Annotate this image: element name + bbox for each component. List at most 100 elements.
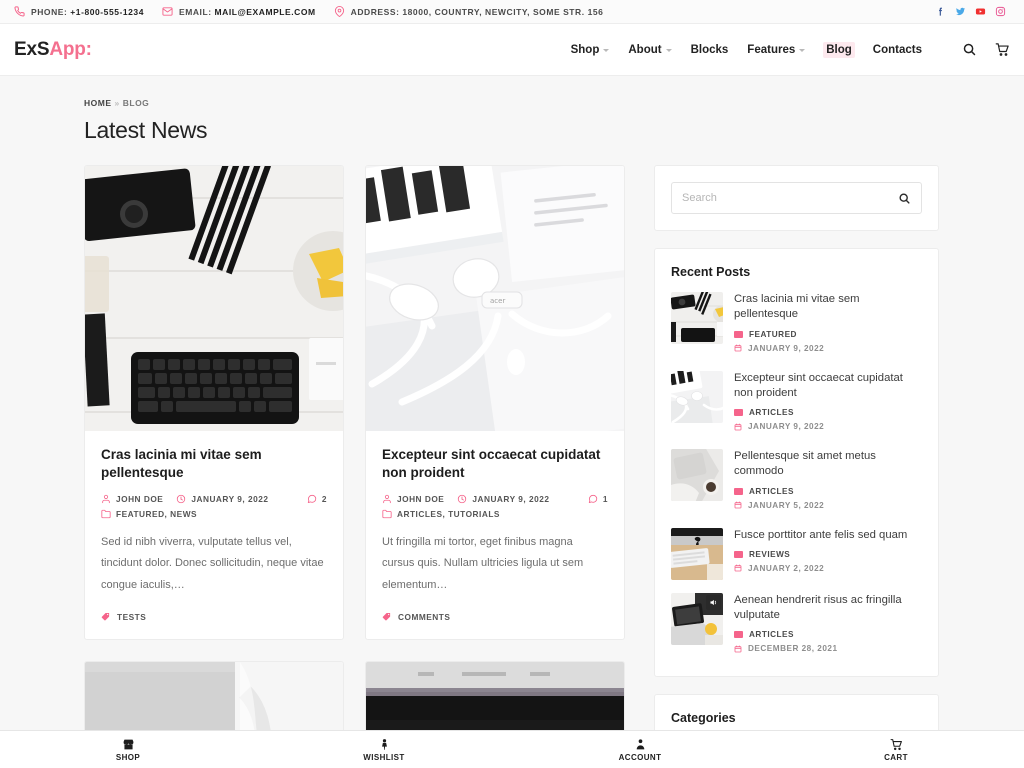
nav-item-blocks[interactable]: Blocks	[690, 42, 730, 58]
post-tags[interactable]: COMMENTS	[382, 612, 608, 622]
breadcrumb-current: BLOG	[122, 98, 150, 108]
calendar-icon	[734, 645, 742, 652]
nav-item-features[interactable]: Features	[746, 42, 806, 58]
recent-post-thumb[interactable]	[671, 527, 723, 580]
search-icon[interactable]	[962, 42, 977, 57]
bottom-nav-shop[interactable]: SHOP	[0, 738, 256, 762]
recent-post-title[interactable]: Excepteur sint occaecat cupidatat non pr…	[734, 371, 922, 402]
posts-grid: Cras lacinia mi vitae sem pellentesque J…	[84, 165, 625, 768]
recent-post-date-label: JANUARY 2, 2022	[748, 563, 825, 573]
contact-address[interactable]: ADDRESS: 18000, COUNTRY, NEWCITY, SOME S…	[334, 6, 604, 17]
contact-email[interactable]: EMAIL: MAIL@EXAMPLE.COM	[162, 6, 316, 17]
folder-icon	[101, 509, 111, 519]
user-icon	[102, 494, 110, 504]
nav-item-contacts[interactable]: Contacts	[872, 42, 923, 58]
recent-post-category[interactable]: ARTICLES	[734, 408, 922, 417]
recent-post-category[interactable]: ARTICLES	[734, 630, 922, 639]
recent-post-date-label: JANUARY 9, 2022	[748, 343, 825, 353]
recent-post-thumb[interactable]	[671, 370, 723, 423]
folder-icon	[734, 409, 743, 416]
post-author-label: JOHN DOE	[116, 493, 164, 504]
thumb-art-earphones	[671, 370, 723, 423]
post-card-body: Excepteur sint occaecat cupidatat non pr…	[366, 431, 624, 639]
recent-post-date-label: JANUARY 5, 2022	[748, 500, 825, 510]
cart-icon[interactable]	[995, 42, 1010, 57]
recent-post-item: Fusce porttitor ante felis sed quam REVI…	[671, 527, 922, 580]
site-logo[interactable]: ExSApp:	[14, 39, 92, 61]
bottom-nav-wishlist[interactable]: WISHLIST	[256, 738, 512, 762]
recent-post-title[interactable]: Cras lacinia mi vitae sem pellentesque	[734, 292, 922, 323]
recent-post-category-label: ARTICLES	[749, 486, 794, 496]
post-author-label: JOHN DOE	[397, 493, 445, 504]
page-root: PHONE: +1-800-555-1234 EMAIL: MAIL@EXAMP…	[0, 0, 1024, 768]
post-meta: JOHN DOE JANUARY 9, 2022 2 FEATURED, NEW…	[101, 494, 327, 519]
recent-posts-title: Recent Posts	[671, 265, 751, 279]
nav-item-about[interactable]: About	[627, 42, 672, 58]
recent-post-date: JANUARY 2, 2022	[734, 564, 922, 573]
recent-post-item: Pellentesque sit amet metus commodo ARTI…	[671, 449, 922, 515]
calendar-icon	[734, 501, 742, 509]
bottom-nav-account[interactable]: ACCOUNT	[512, 738, 768, 762]
search-icon[interactable]	[898, 192, 911, 205]
recent-post-category[interactable]: FEATURED	[734, 330, 922, 339]
contact-phone[interactable]: PHONE: +1-800-555-1234	[14, 6, 144, 17]
post-author[interactable]: JOHN DOE	[382, 494, 444, 504]
post-date-label: JANUARY 9, 2022	[472, 493, 550, 504]
post-title[interactable]: Cras lacinia mi vitae sem pellentesque	[101, 446, 327, 482]
youtube-icon[interactable]	[975, 6, 986, 17]
logo-accent-part: App:	[49, 38, 92, 60]
breadcrumb-separator: »	[114, 98, 120, 108]
bottom-nav-cart[interactable]: CART	[768, 738, 1024, 762]
search-box[interactable]	[671, 182, 922, 214]
contact-address-text: ADDRESS: 18000, COUNTRY, NEWCITY, SOME S…	[350, 6, 604, 17]
recent-post-thumb[interactable]	[671, 292, 723, 344]
post-date: JANUARY 9, 2022	[457, 494, 549, 504]
nav-label: Blocks	[690, 43, 729, 56]
folder-icon	[734, 550, 743, 558]
recent-post-thumb[interactable]	[671, 592, 723, 645]
post-comments-count: 2	[321, 493, 327, 504]
wishlist-icon	[381, 738, 387, 750]
post-thumbnail-earphones[interactable]: acer	[366, 166, 624, 431]
breadcrumb-home[interactable]: HOME	[84, 98, 112, 108]
audio-badge	[706, 594, 721, 610]
recent-post-title[interactable]: Fusce porttitor ante felis sed quam	[734, 528, 922, 543]
nav-item-blog[interactable]: Blog	[823, 41, 855, 58]
post-tag-label: TESTS	[117, 612, 147, 623]
recent-post-category[interactable]: REVIEWS	[734, 550, 922, 559]
post-comments[interactable]: 1	[588, 494, 608, 504]
recent-post-title[interactable]: Pellentesque sit amet metus commodo	[734, 449, 922, 480]
post-categories[interactable]: FEATURED, NEWS	[101, 509, 197, 519]
facebook-icon[interactable]	[935, 6, 946, 17]
post-thumbnail-desk-keyboard[interactable]	[85, 166, 343, 431]
clock-icon	[177, 494, 186, 504]
contact-email-text: EMAIL: MAIL@EXAMPLE.COM	[179, 6, 316, 17]
search-input[interactable]	[682, 192, 898, 204]
post-date: JANUARY 9, 2022	[176, 494, 268, 504]
breadcrumb: HOME» BLOG	[84, 98, 940, 108]
bottom-nav-shop-label: SHOP	[115, 752, 141, 762]
recent-post-category[interactable]: ARTICLES	[734, 487, 922, 496]
recent-post-thumb[interactable]	[671, 449, 723, 501]
user-icon	[383, 494, 391, 504]
post-tags[interactable]: TESTS	[101, 612, 327, 622]
post-categories[interactable]: ARTICLES, TUTORIALS	[382, 509, 500, 519]
nav-item-shop[interactable]: Shop	[570, 42, 611, 58]
recent-post-meta: Aenean hendrerit risus ac fringilla vulp…	[734, 593, 922, 659]
post-author[interactable]: JOHN DOE	[101, 494, 163, 504]
twitter-icon[interactable]	[955, 6, 966, 17]
instagram-icon[interactable]	[995, 6, 1006, 17]
bottom-nav-account-label: ACCOUNT	[618, 752, 662, 762]
post-title[interactable]: Excepteur sint occaecat cupidatat non pr…	[382, 446, 608, 482]
categories-title: Categories	[671, 711, 736, 725]
recent-post-title[interactable]: Aenean hendrerit risus ac fringilla vulp…	[734, 593, 922, 624]
store-icon	[123, 739, 133, 749]
post-comments[interactable]: 2	[307, 494, 327, 504]
nav-label: Contacts	[872, 43, 922, 56]
recent-post-date: JANUARY 9, 2022	[734, 422, 922, 431]
clock-icon	[458, 494, 467, 504]
contact-phone-text: PHONE: +1-800-555-1234	[31, 6, 144, 17]
page-title: Latest News	[84, 117, 208, 143]
comment-icon	[588, 494, 598, 503]
comment-icon	[307, 494, 317, 503]
